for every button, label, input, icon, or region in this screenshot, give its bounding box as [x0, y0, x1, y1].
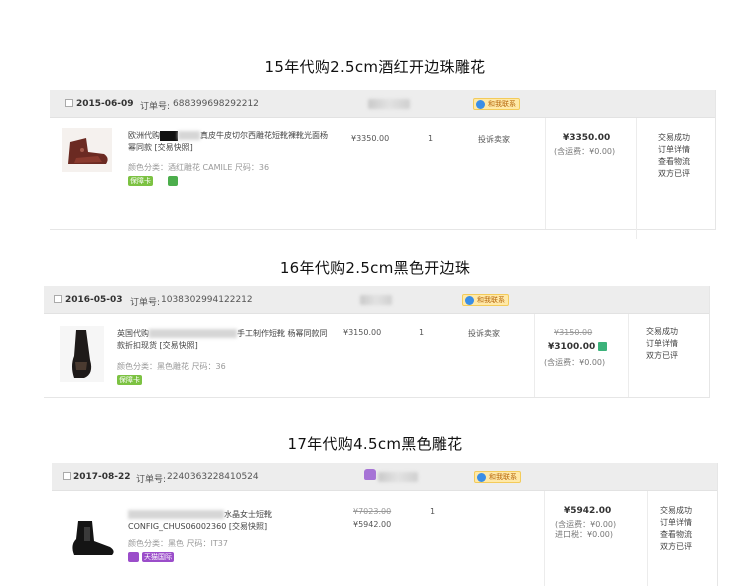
order-total: ¥3100.00 — [548, 342, 608, 352]
product-image[interactable] — [60, 326, 104, 382]
order-details-link[interactable]: 订单详情 — [646, 338, 678, 350]
complain-seller-link[interactable]: 投诉卖家 — [468, 328, 500, 339]
order-date: 2016-05-03 — [65, 295, 123, 305]
order-date: 2015-06-09 — [76, 99, 134, 109]
redaction-smudge — [178, 131, 200, 140]
select-checkbox[interactable] — [63, 472, 71, 480]
product-sku: 颜色分类：黑色雕花 尺码：36 — [117, 362, 226, 371]
order-card-2017: 2017-08-22 订单号: 2240363228410524 和我联系 水晶… — [52, 463, 718, 586]
status-success: 交易成功 — [646, 327, 678, 336]
order-header: 2015-06-09 订单号: 688399698292212 和我联系 — [50, 90, 715, 118]
product-sku: 颜色分类：黑色 尺码：IT37 — [128, 539, 228, 548]
order-status: 交易成功 订单详情 双方已评 — [646, 326, 678, 362]
reviewed-status: 双方已评 — [660, 542, 692, 551]
original-unit-price: ¥7023.00 — [353, 507, 392, 516]
edit-price-icon — [598, 342, 608, 351]
shipping-fee: (含运费：¥0.00) — [544, 358, 606, 367]
order-details-link[interactable]: 订单详情 — [658, 144, 690, 156]
contact-seller-button[interactable]: 和我联系 — [473, 98, 520, 110]
quantity: 1 — [428, 134, 434, 143]
boot-black-icon — [60, 326, 104, 382]
guarantee-badge: 保障卡 — [117, 375, 142, 385]
order-number: 1038302994122212 — [161, 295, 253, 305]
redaction-smudge — [149, 329, 237, 338]
order-number-label: 订单号: — [130, 298, 161, 308]
order-number-label: 订单号: — [140, 102, 171, 112]
product-title[interactable]: 水晶女士短靴 CONFIG_CHUS06002360 [交易快照] — [128, 509, 340, 533]
shipping-fee: (含运费：¥0.00) — [554, 147, 616, 156]
guarantee-badge: 保障卡 — [128, 176, 153, 186]
order-card-2015: 2015-06-09 订单号: 688399698292212 和我联系 欧洲代… — [50, 90, 716, 239]
select-checkbox[interactable] — [54, 295, 62, 303]
reviewed-status: 双方已评 — [658, 169, 690, 178]
quantity: 1 — [419, 328, 425, 337]
shop-name-blurred — [368, 99, 410, 109]
product-title[interactable]: 英国代购 手工制作短靴 杨幂同款同款折扣现货 [交易快照] — [117, 328, 331, 352]
chat-icon — [477, 473, 486, 482]
shop-name-blurred — [378, 472, 418, 482]
status-success: 交易成功 — [660, 506, 692, 515]
caption-2015: 15年代购2.5cm酒红开边珠雕花 — [264, 58, 486, 76]
redaction-block — [160, 130, 178, 141]
select-checkbox[interactable] — [65, 99, 73, 107]
caption-2016: 16年代购2.5cm黑色开边珠 — [279, 259, 471, 277]
product-image[interactable] — [64, 515, 118, 561]
order-date: 2017-08-22 — [73, 472, 131, 482]
caption-2017: 17年代购4.5cm黑色雕花 — [287, 435, 463, 453]
contact-seller-button[interactable]: 和我联系 — [462, 294, 509, 306]
order-card-2016: 2016-05-03 订单号: 1038302994122212 和我联系 英国… — [44, 286, 710, 398]
status-success: 交易成功 — [658, 133, 690, 142]
check-icon — [168, 176, 178, 186]
unit-price: ¥3150.00 — [343, 328, 382, 337]
order-number-label: 订单号: — [136, 475, 167, 485]
quantity: 1 — [430, 507, 436, 516]
redaction-smudge — [128, 510, 224, 519]
shop-name-blurred — [360, 295, 392, 305]
purple-tag-icon — [128, 552, 139, 562]
unit-price: ¥3350.00 — [351, 134, 390, 143]
tmall-cat-icon — [364, 469, 376, 480]
chat-icon — [476, 100, 485, 109]
shipping-fee: (含运费：¥0.00) 进口税：¥0.00) — [555, 520, 617, 539]
unit-price: ¥5942.00 — [353, 520, 392, 529]
tmall-global-badge: 天猫国际 — [142, 552, 174, 562]
ankle-boot-icon — [64, 515, 118, 561]
product-image[interactable] — [62, 128, 112, 172]
view-logistics-link[interactable]: 查看物流 — [658, 156, 690, 168]
order-status: 交易成功 订单详情 查看物流 双方已评 — [658, 132, 690, 180]
original-total: ¥3150.00 — [554, 328, 593, 337]
order-details-link[interactable]: 订单详情 — [660, 517, 692, 529]
order-number: 2240363228410524 — [167, 472, 259, 482]
boot-wine-icon — [62, 128, 112, 172]
complain-seller-link[interactable]: 投诉卖家 — [478, 134, 510, 145]
order-header: 2016-05-03 订单号: 1038302994122212 和我联系 — [44, 286, 709, 314]
order-status: 交易成功 订单详情 查看物流 双方已评 — [660, 505, 692, 553]
order-header: 2017-08-22 订单号: 2240363228410524 和我联系 — [52, 463, 717, 491]
order-total: ¥3350.00 — [563, 133, 611, 143]
contact-seller-button[interactable]: 和我联系 — [474, 471, 521, 483]
order-total: ¥5942.00 — [564, 506, 612, 516]
reviewed-status: 双方已评 — [646, 351, 678, 360]
product-sku: 颜色分类：酒红雕花 CAMILE 尺码：36 — [128, 163, 270, 172]
product-title[interactable]: 欧洲代购 真皮牛皮切尔西雕花短靴裸靴光面杨幂同款 [交易快照] — [128, 130, 334, 154]
order-number: 688399698292212 — [173, 99, 259, 109]
view-logistics-link[interactable]: 查看物流 — [660, 529, 692, 541]
chat-icon — [465, 296, 474, 305]
